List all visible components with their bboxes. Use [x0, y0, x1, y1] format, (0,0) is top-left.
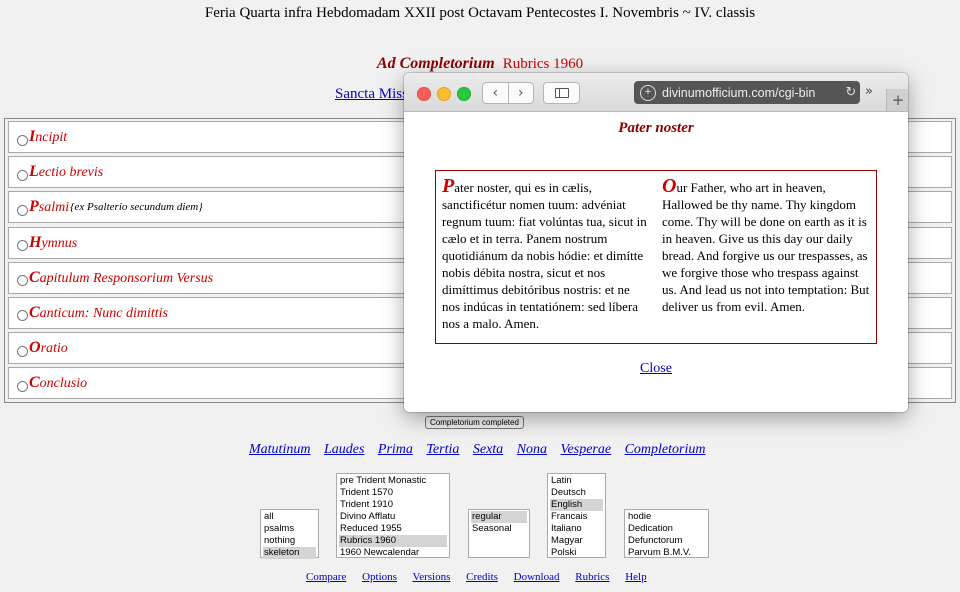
option[interactable]: Parvum B.M.V. — [627, 547, 706, 559]
footer-download-link[interactable]: Download — [514, 571, 560, 583]
zoom-window-icon[interactable] — [457, 87, 471, 101]
option[interactable]: 1960 Newcalendar — [339, 547, 447, 559]
nav-tertia[interactable]: Tertia — [426, 442, 459, 457]
forward-arrow-icon[interactable]: › — [507, 83, 534, 103]
option[interactable]: psalms — [263, 523, 316, 535]
option[interactable]: nothing — [263, 535, 316, 547]
option[interactable]: pre Trident Monastic — [339, 475, 447, 487]
history-nav: ‹ › — [482, 82, 534, 104]
section-label: Incipit — [29, 128, 68, 145]
close-link[interactable]: Close — [640, 361, 672, 376]
footer-options-link[interactable]: Options — [362, 571, 397, 583]
option[interactable]: hodie — [627, 511, 706, 523]
option-selected[interactable]: English — [550, 499, 603, 511]
section-label: Lectio brevis — [29, 163, 104, 181]
hours-nav: Matutinum Laudes Prima Tertia Sexta Nona… — [249, 442, 715, 458]
language-select[interactable]: Latin Deutsch English Francais Italiano … — [547, 473, 606, 558]
sidebar-toggle-button[interactable] — [543, 82, 580, 104]
nav-sexta[interactable]: Sexta — [473, 442, 503, 457]
section-label: Psalmi — [29, 198, 70, 216]
plus-circle-icon[interactable]: + — [640, 84, 656, 101]
nav-laudes[interactable]: Laudes — [324, 442, 364, 457]
option[interactable]: Polski — [550, 547, 603, 559]
radio-icon[interactable] — [17, 204, 28, 216]
completed-button[interactable]: Completorium completed — [425, 416, 524, 429]
option[interactable]: all — [263, 511, 316, 523]
nav-prima[interactable]: Prima — [378, 442, 413, 457]
radio-icon[interactable] — [17, 134, 28, 146]
prayer-box: Pater noster, qui es in cælis, sanctific… — [435, 170, 877, 344]
footer-credits-link[interactable]: Credits — [466, 571, 498, 583]
radio-icon[interactable] — [17, 380, 28, 392]
nav-matutinum[interactable]: Matutinum — [249, 442, 310, 457]
close-window-icon[interactable] — [417, 87, 431, 101]
latin-column: Pater noster, qui es in cælis, sanctific… — [442, 175, 650, 336]
mode-select[interactable]: all psalms nothing skeleton — [260, 509, 319, 559]
option[interactable]: Italiano — [550, 523, 603, 535]
popup-window: ‹ › + divinumofficium.com/cgi-bin ↻ » + … — [404, 73, 908, 412]
option-selected[interactable]: regular — [471, 511, 527, 523]
option[interactable]: Reduced 1955 — [339, 523, 447, 535]
english-dropcap: O — [662, 175, 677, 197]
english-column: Our Father, who art in heaven, Hallowed … — [662, 175, 870, 336]
footer-links: Compare Options Versions Credits Downloa… — [306, 571, 660, 583]
option[interactable]: Deutsch — [550, 487, 603, 499]
sancta-missa-link[interactable]: Sancta Missa — [335, 86, 415, 103]
hour-name: Ad Completorium — [376, 55, 495, 72]
close-link-row: Close — [404, 361, 908, 377]
popup-heading: Pater noster — [618, 120, 694, 136]
sidebar-icon — [554, 88, 569, 98]
option[interactable]: Seasonal — [471, 523, 527, 535]
style-select[interactable]: regular Seasonal — [468, 509, 530, 558]
nav-completorium[interactable]: Completorium — [625, 442, 706, 457]
footer-compare-link[interactable]: Compare — [306, 571, 346, 583]
nav-vesperae[interactable]: Vesperae — [561, 442, 612, 457]
english-text: ur Father, who art in heaven, Hallowed b… — [662, 180, 870, 314]
votive-select[interactable]: hodie Dedication Defunctorum Parvum B.M.… — [624, 509, 709, 558]
footer-versions-link[interactable]: Versions — [412, 571, 450, 583]
radio-icon[interactable] — [17, 345, 28, 357]
page-title: Feria Quarta infra Hebdomadam XXII post … — [204, 5, 756, 21]
option-selected[interactable]: skeleton — [263, 547, 316, 559]
latin-text: ater noster, qui es in cælis, sanctificé… — [442, 180, 647, 331]
option-selected[interactable]: Rubrics 1960 — [339, 535, 447, 547]
footer-help-link[interactable]: Help — [625, 571, 646, 583]
new-tab-button[interactable]: + — [886, 89, 908, 111]
radio-icon[interactable] — [17, 310, 28, 322]
address-bar[interactable]: + divinumofficium.com/cgi-bin ↻ — [634, 81, 860, 104]
reload-icon[interactable]: ↻ — [842, 85, 860, 100]
nav-nona[interactable]: Nona — [517, 442, 547, 457]
latin-dropcap: P — [442, 175, 455, 197]
section-label: Oratio — [29, 339, 68, 357]
option[interactable]: Francais — [550, 511, 603, 523]
chevron-double-right-icon[interactable]: » — [865, 84, 873, 99]
back-arrow-icon[interactable]: ‹ — [483, 83, 508, 103]
option[interactable]: Latin — [550, 475, 603, 487]
section-note: {ex Psalterio secundum diem} — [70, 201, 203, 214]
radio-icon[interactable] — [17, 240, 28, 252]
option[interactable]: Defunctorum — [627, 535, 706, 547]
section-label: Conclusio — [29, 374, 88, 392]
option[interactable]: Divino Afflatu — [339, 511, 447, 523]
hour-heading: Ad Completorium Rubrics 1960 — [0, 55, 960, 73]
radio-icon[interactable] — [17, 275, 28, 287]
rubrics-label: Rubrics 1960 — [502, 56, 584, 72]
url-text[interactable]: divinumofficium.com/cgi-bin — [662, 86, 842, 100]
option[interactable]: Dedication — [627, 523, 706, 535]
version-select[interactable]: pre Trident Monastic Trident 1570 Triden… — [336, 473, 450, 558]
minimize-window-icon[interactable] — [437, 87, 451, 101]
option[interactable]: Trident 1570 — [339, 487, 447, 499]
radio-icon[interactable] — [17, 169, 28, 181]
section-label: Canticum: Nunc dimittis — [29, 303, 168, 321]
section-label: Capitulum Responsorium Versus — [29, 268, 214, 286]
window-titlebar: ‹ › + divinumofficium.com/cgi-bin ↻ » + — [404, 73, 908, 112]
footer-rubrics-link[interactable]: Rubrics — [575, 571, 609, 583]
option[interactable]: Trident 1910 — [339, 499, 447, 511]
option[interactable]: Magyar — [550, 535, 603, 547]
section-label: Hymnus — [29, 233, 78, 251]
